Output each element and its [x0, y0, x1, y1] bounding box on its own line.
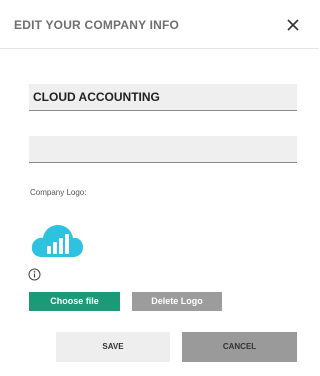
company-logo-label: Company Logo: [30, 188, 87, 197]
company-second-input[interactable] [29, 136, 297, 163]
edit-company-dialog: EDIT YOUR COMPANY INFO Company Logo: Cho… [0, 0, 319, 376]
close-button[interactable] [284, 16, 302, 34]
company-name-input[interactable] [29, 84, 297, 111]
dialog-header: EDIT YOUR COMPANY INFO [0, 0, 319, 49]
cloud-chart-logo-icon [31, 225, 84, 257]
cancel-button[interactable]: CANCEL [182, 332, 297, 362]
close-icon [287, 19, 299, 31]
info-icon[interactable] [28, 268, 41, 281]
company-logo [30, 222, 84, 260]
dialog-title: EDIT YOUR COMPANY INFO [14, 18, 180, 32]
info-circle-icon [28, 268, 41, 281]
delete-logo-button[interactable]: Delete Logo [132, 292, 222, 311]
choose-file-button[interactable]: Choose file [29, 292, 120, 311]
save-button[interactable]: SAVE [56, 332, 170, 362]
